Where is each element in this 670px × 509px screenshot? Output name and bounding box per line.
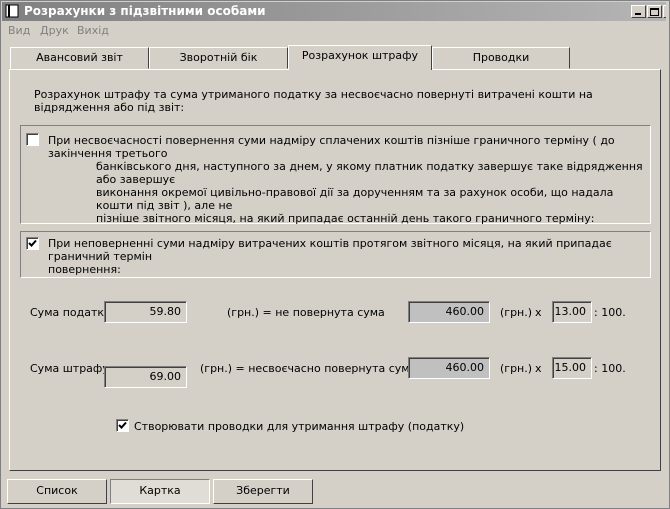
- menu-view[interactable]: Вид: [8, 24, 30, 37]
- fine-value-field[interactable]: 69.00: [104, 366, 187, 388]
- option2-checkbox[interactable]: [26, 237, 39, 250]
- tab-fine-calculation[interactable]: Розрахунок штрафу: [288, 45, 432, 70]
- save-button[interactable]: Зберегти: [213, 479, 313, 504]
- create-entries-checkbox[interactable]: [116, 419, 129, 432]
- card-button[interactable]: Картка: [110, 479, 210, 504]
- checkmark-icon: [118, 421, 127, 429]
- tab-advance-report[interactable]: Авансовий звіт: [10, 47, 149, 69]
- fine-rate-field[interactable]: 15.00: [552, 357, 592, 379]
- fine-amount-field[interactable]: 460.00: [408, 357, 490, 379]
- option1-line: виконання окремої цивільно-правової дії …: [96, 186, 614, 212]
- app-icon: [5, 4, 19, 18]
- tax-unit: (грн.): [500, 306, 533, 319]
- tax-times: x: [535, 306, 542, 319]
- option1-line: пізніше звітного місяця, на який припада…: [96, 212, 595, 225]
- checkmark-icon: [28, 239, 37, 247]
- close-button[interactable]: [663, 5, 666, 18]
- fine-times: x: [535, 362, 542, 375]
- fine-label: Сума штрафу:: [30, 362, 113, 375]
- tax-rate-field[interactable]: 13.00: [552, 301, 592, 323]
- option1-text: При несвоєчасності повернення суми надмі…: [48, 134, 648, 225]
- tax-label: Сума податку:: [30, 306, 115, 319]
- maximize-icon: [650, 8, 659, 16]
- menu-exit[interactable]: Вихід: [77, 24, 109, 37]
- minimize-button[interactable]: [631, 5, 646, 18]
- tax-divider: : 100.: [594, 306, 626, 319]
- create-entries-label[interactable]: Створювати проводки для утримання штрафу…: [134, 420, 464, 433]
- tab-reverse-side[interactable]: Зворотній бік: [149, 47, 288, 69]
- tax-value-field[interactable]: 59.80: [104, 301, 187, 323]
- tax-amount-field[interactable]: 460.00: [408, 301, 490, 323]
- menu-bar: Вид Друк Вихід: [2, 22, 666, 40]
- window-title: Розрахунки з підзвітними особами: [24, 4, 266, 18]
- option2-line: При неповерненні суми надміру витрачених…: [48, 237, 612, 263]
- minimize-icon: [635, 13, 641, 15]
- tax-formula-text: (грн.) = не повернута сума: [227, 306, 385, 319]
- maximize-button[interactable]: [647, 5, 662, 18]
- section-heading: Розрахунок штрафу та сума утриманого под…: [34, 88, 593, 114]
- menu-print[interactable]: Друк: [40, 24, 69, 37]
- option1-checkbox[interactable]: [26, 133, 39, 146]
- list-button[interactable]: Список: [7, 479, 107, 504]
- fine-unit: (грн.): [500, 362, 533, 375]
- title-bar: Розрахунки з підзвітними особами: [2, 2, 666, 21]
- fine-divider: : 100.: [594, 362, 626, 375]
- option2-text: При неповерненні суми надміру витрачених…: [48, 237, 648, 276]
- fine-formula-text: (грн.) = несвоєчасно повернута сума: [200, 362, 417, 375]
- option1-line: банківського дня, наступного за днем, у …: [96, 160, 643, 186]
- tab-entries[interactable]: Проводки: [432, 47, 570, 69]
- option1-line: При несвоєчасності повернення суми надмі…: [48, 134, 615, 160]
- option2-line: повернення:: [48, 263, 121, 276]
